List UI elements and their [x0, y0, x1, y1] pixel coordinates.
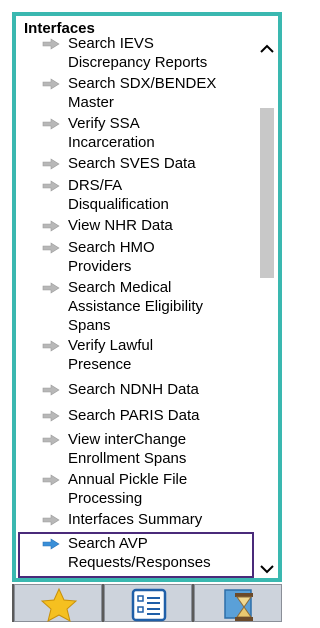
menu-item-view-interchange[interactable]: View interChange Enrollment Spans [18, 430, 254, 470]
scroll-thumb[interactable] [260, 108, 274, 278]
menu-item-label: Verify Lawful Presence [68, 337, 154, 373]
arrow-right-icon [42, 78, 60, 90]
arrow-right-icon [42, 282, 60, 294]
arrow-right-icon [42, 474, 60, 486]
menu-item-search-avp[interactable]: Search AVP Requests/Responses [18, 532, 254, 578]
menu-item-label: Search SVES Data [68, 155, 196, 172]
history-button[interactable] [194, 584, 282, 622]
arrow-right-icon [42, 242, 60, 254]
menu-item-label: Annual Pickle File Processing [68, 471, 188, 507]
list-icon [131, 588, 167, 622]
menu-item-label: Search NDNH Data [68, 381, 199, 398]
menu-item-drs-fa[interactable]: DRS/FA Disqualification [18, 176, 254, 216]
menu-item-label: Interfaces Summary [68, 511, 203, 528]
arrow-right-icon [42, 118, 60, 130]
arrow-right-icon [42, 410, 60, 422]
menu-item-label: Search PARIS Data [68, 407, 200, 424]
arrow-right-icon [42, 340, 60, 352]
vertical-scrollbar[interactable] [256, 38, 278, 578]
menu-item-label: View NHR Data [68, 217, 173, 234]
interfaces-panel: Interfaces Search IEVS Discrepancy Repor… [12, 12, 282, 582]
list-button[interactable] [104, 584, 192, 622]
menu-item-verify-ssa[interactable]: Verify SSA Incarceration [18, 114, 254, 154]
star-icon [40, 587, 78, 622]
arrow-right-icon [42, 538, 60, 550]
menu-item-interfaces-summary[interactable]: Interfaces Summary [18, 510, 254, 532]
arrow-right-icon [42, 38, 60, 50]
scroll-track[interactable] [256, 60, 278, 556]
bottom-toolbar [12, 584, 282, 622]
menu-item-annual-pickle[interactable]: Annual Pickle File Processing [18, 470, 254, 510]
menu-item-label: View interChange Enrollment Spans [68, 431, 187, 467]
menu-item-label: Verify SSA Incarceration [68, 115, 155, 151]
arrow-right-icon [42, 158, 60, 170]
arrow-right-icon [42, 434, 60, 446]
menu-item-view-nhr[interactable]: View NHR Data [18, 216, 254, 238]
arrow-right-icon [42, 180, 60, 192]
menu-item-label: Search AVP Requests/Responses [68, 535, 211, 571]
hourglass-icon [224, 589, 253, 621]
chevron-up-icon[interactable] [256, 38, 278, 60]
favorites-button[interactable] [14, 584, 102, 622]
menu-item-label: Search Medical Assistance Eligibility Sp… [68, 279, 204, 334]
menu-item-search-ievs[interactable]: Search IEVS Discrepancy Reports [18, 34, 254, 74]
menu-item-label: DRS/FA Disqualification [68, 177, 169, 213]
chevron-down-icon[interactable] [256, 558, 278, 580]
menu-item-label: Search IEVS Discrepancy Reports [68, 35, 208, 71]
menu-item-search-ndnh[interactable]: Search NDNH Data [18, 380, 254, 402]
menu-item-search-medical-assistance[interactable]: Search Medical Assistance Eligibility Sp… [18, 278, 254, 336]
arrow-right-icon [42, 220, 60, 232]
menu-item-search-hmo[interactable]: Search HMO Providers [18, 238, 254, 278]
menu-item-verify-lawful-presence[interactable]: Verify Lawful Presence [18, 336, 254, 376]
menu-item-search-sdx-bendex[interactable]: Search SDX/BENDEX Master [18, 74, 254, 114]
arrow-right-icon [42, 384, 60, 396]
menu-item-search-paris[interactable]: Search PARIS Data [18, 406, 254, 428]
menu-item-label: Search HMO Providers [68, 239, 155, 275]
menu-item-label: Search SDX/BENDEX Master [68, 75, 217, 111]
arrow-right-icon [42, 514, 60, 526]
menu-item-search-sves[interactable]: Search SVES Data [18, 154, 254, 176]
